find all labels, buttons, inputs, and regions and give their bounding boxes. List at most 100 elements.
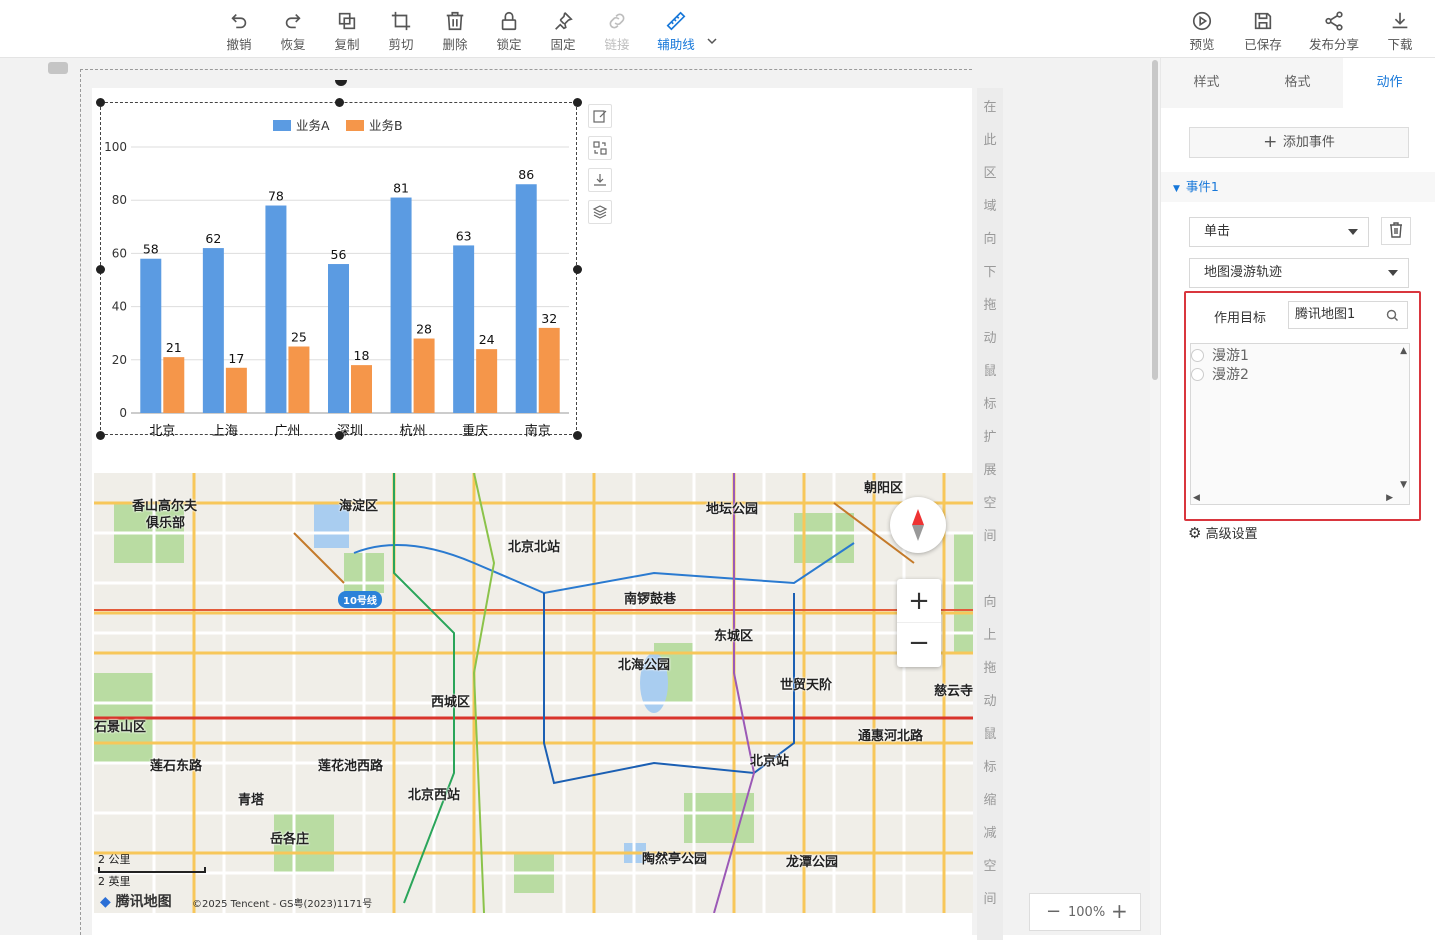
resize-handle[interactable] — [573, 98, 582, 107]
zoom-out-icon[interactable]: − — [1046, 901, 1061, 922]
hint-char: 展 — [983, 463, 997, 478]
hint-char: 区 — [983, 166, 997, 181]
map-label: 地坛公园 — [706, 502, 759, 517]
canvas-scrollbar[interactable] — [1150, 58, 1160, 935]
caret-down-icon: ▼ — [1173, 184, 1180, 194]
saved-button[interactable]: 已保存 — [1236, 8, 1290, 54]
zoom-out-button[interactable]: − — [897, 623, 941, 667]
scroll-left-icon[interactable]: ◀ — [1193, 493, 1200, 503]
bar — [202, 248, 224, 413]
list-item[interactable]: 漫游1 — [1191, 345, 1249, 364]
hint-char: 拖 — [983, 298, 997, 313]
redo-button[interactable]: 恢复 — [266, 8, 320, 54]
map-zoom-control: + − — [897, 579, 941, 667]
list-item[interactable]: 漫游2 — [1191, 364, 1249, 383]
radio-icon[interactable] — [1191, 367, 1204, 381]
plus-icon: + — [1263, 132, 1283, 152]
hint-char: 鼠 — [983, 727, 997, 742]
preview-label: 预览 — [1189, 37, 1215, 52]
resize-handle[interactable] — [573, 431, 582, 440]
swap-icon — [593, 141, 607, 155]
pin-button[interactable]: 固定 — [536, 8, 590, 54]
scale-mi: 2 英里 — [98, 875, 131, 888]
trigger-select[interactable]: 单击 — [1189, 217, 1369, 247]
data-label: 81 — [393, 181, 409, 196]
delete-button[interactable]: 删除 — [428, 8, 482, 54]
link-button[interactable]: 链接 — [590, 8, 644, 54]
tab-format[interactable]: 格式 — [1252, 58, 1343, 108]
saved-label: 已保存 — [1244, 37, 1282, 52]
resize-handle[interactable] — [96, 265, 105, 274]
guideline-button[interactable]: 辅助线 — [648, 8, 704, 54]
hint-char: 动 — [983, 694, 997, 709]
hint-char: 向 — [983, 232, 997, 247]
redo-icon — [285, 13, 301, 29]
pin-icon — [555, 12, 573, 30]
delete-event-button[interactable] — [1381, 217, 1411, 245]
zoom-in-icon[interactable]: + — [1111, 899, 1128, 923]
chart-component[interactable]: 0 20 40 60 80 100 58 21 北京 62 17 上海 78 25 广州 56 18 深圳 81 28… — [100, 102, 577, 439]
map-label: 通惠河北路 — [858, 729, 924, 744]
undo-button[interactable]: 撤销 — [212, 8, 266, 54]
resize-handle[interactable] — [96, 98, 105, 107]
action-select[interactable]: 地图漫游轨迹 — [1189, 258, 1409, 288]
map-label: 南锣鼓巷 — [624, 592, 677, 607]
data-label: 58 — [143, 242, 159, 257]
target-select[interactable]: 腾讯地图1 — [1288, 301, 1408, 329]
roam-list[interactable]: 漫游1 漫游2 ▲ ▼ ◀ ▶ — [1190, 343, 1410, 505]
bar — [163, 357, 185, 413]
replace-button[interactable] — [588, 136, 612, 160]
edit-button[interactable] — [588, 104, 612, 128]
save-icon — [1254, 12, 1272, 30]
tag-icon[interactable] — [48, 62, 68, 74]
zoom-in-button[interactable]: + — [897, 579, 941, 623]
resize-hint-strip[interactable]: 在此区域向下拖动鼠标扩展空间向上拖动鼠标缩减空间 — [977, 88, 1003, 940]
advanced-settings[interactable]: ⚙ 高级设置 — [1188, 523, 1258, 542]
tab-style[interactable]: 样式 — [1161, 58, 1252, 108]
hint-char: 拖 — [983, 661, 997, 676]
chevron-down-icon[interactable] — [706, 36, 718, 46]
hint-char: 此 — [983, 133, 997, 148]
radio-icon[interactable] — [1191, 348, 1204, 362]
lock-button[interactable]: 锁定 — [482, 8, 536, 54]
legend-label: 业务B — [369, 118, 403, 133]
resize-handle[interactable] — [335, 98, 344, 107]
scrollbar-thumb[interactable] — [1152, 60, 1158, 380]
map-label: 莲石东路 — [150, 759, 203, 774]
hint-char: 上 — [983, 628, 997, 643]
compass-control[interactable] — [890, 497, 946, 553]
data-label: 18 — [354, 348, 370, 363]
tencent-map[interactable]: 海淀区 朝阳区 香山高尔夫 俱乐部 地坛公园 北京北站 10号线 南锣鼓巷 东城区 北海公园 世贸天… — [94, 473, 973, 913]
scroll-right-icon[interactable]: ▶ — [1386, 493, 1393, 503]
data-label: 28 — [416, 322, 432, 337]
x-tick-label: 上海 — [212, 424, 238, 439]
x-tick-label: 重庆 — [462, 423, 488, 439]
download-icon — [1392, 12, 1408, 29]
resize-handle[interactable] — [573, 265, 582, 274]
copy-button[interactable]: 复制 — [320, 8, 374, 54]
resize-handle[interactable] — [335, 431, 344, 440]
gear-icon: ⚙ — [1188, 524, 1202, 542]
scroll-up-icon[interactable]: ▲ — [1400, 346, 1407, 356]
hint-char: 间 — [983, 892, 997, 907]
resize-handle[interactable] — [96, 431, 105, 440]
layer-button[interactable] — [588, 200, 612, 224]
add-event-button[interactable]: + 添加事件 — [1189, 127, 1409, 158]
publish-share-button[interactable]: 发布分享 — [1302, 8, 1366, 54]
data-label: 21 — [166, 340, 182, 355]
data-label: 62 — [205, 231, 221, 246]
hint-char: 空 — [983, 859, 997, 874]
scroll-down-icon[interactable]: ▼ — [1400, 480, 1407, 490]
pin-label: 固定 — [550, 37, 576, 52]
export-button[interactable] — [588, 168, 612, 192]
hint-char: 鼠 — [983, 364, 997, 379]
crop-button[interactable]: 剪切 — [374, 8, 428, 54]
tab-action[interactable]: 动作 — [1343, 58, 1435, 108]
preview-button[interactable]: 预览 — [1175, 8, 1229, 54]
download-icon — [594, 174, 606, 186]
event-header[interactable]: ▼ 事件1 — [1161, 172, 1435, 202]
map-label: 陶然亭公园 — [642, 852, 708, 867]
download-button[interactable]: 下载 — [1373, 8, 1427, 54]
bar — [390, 197, 412, 413]
link-icon — [609, 13, 625, 29]
